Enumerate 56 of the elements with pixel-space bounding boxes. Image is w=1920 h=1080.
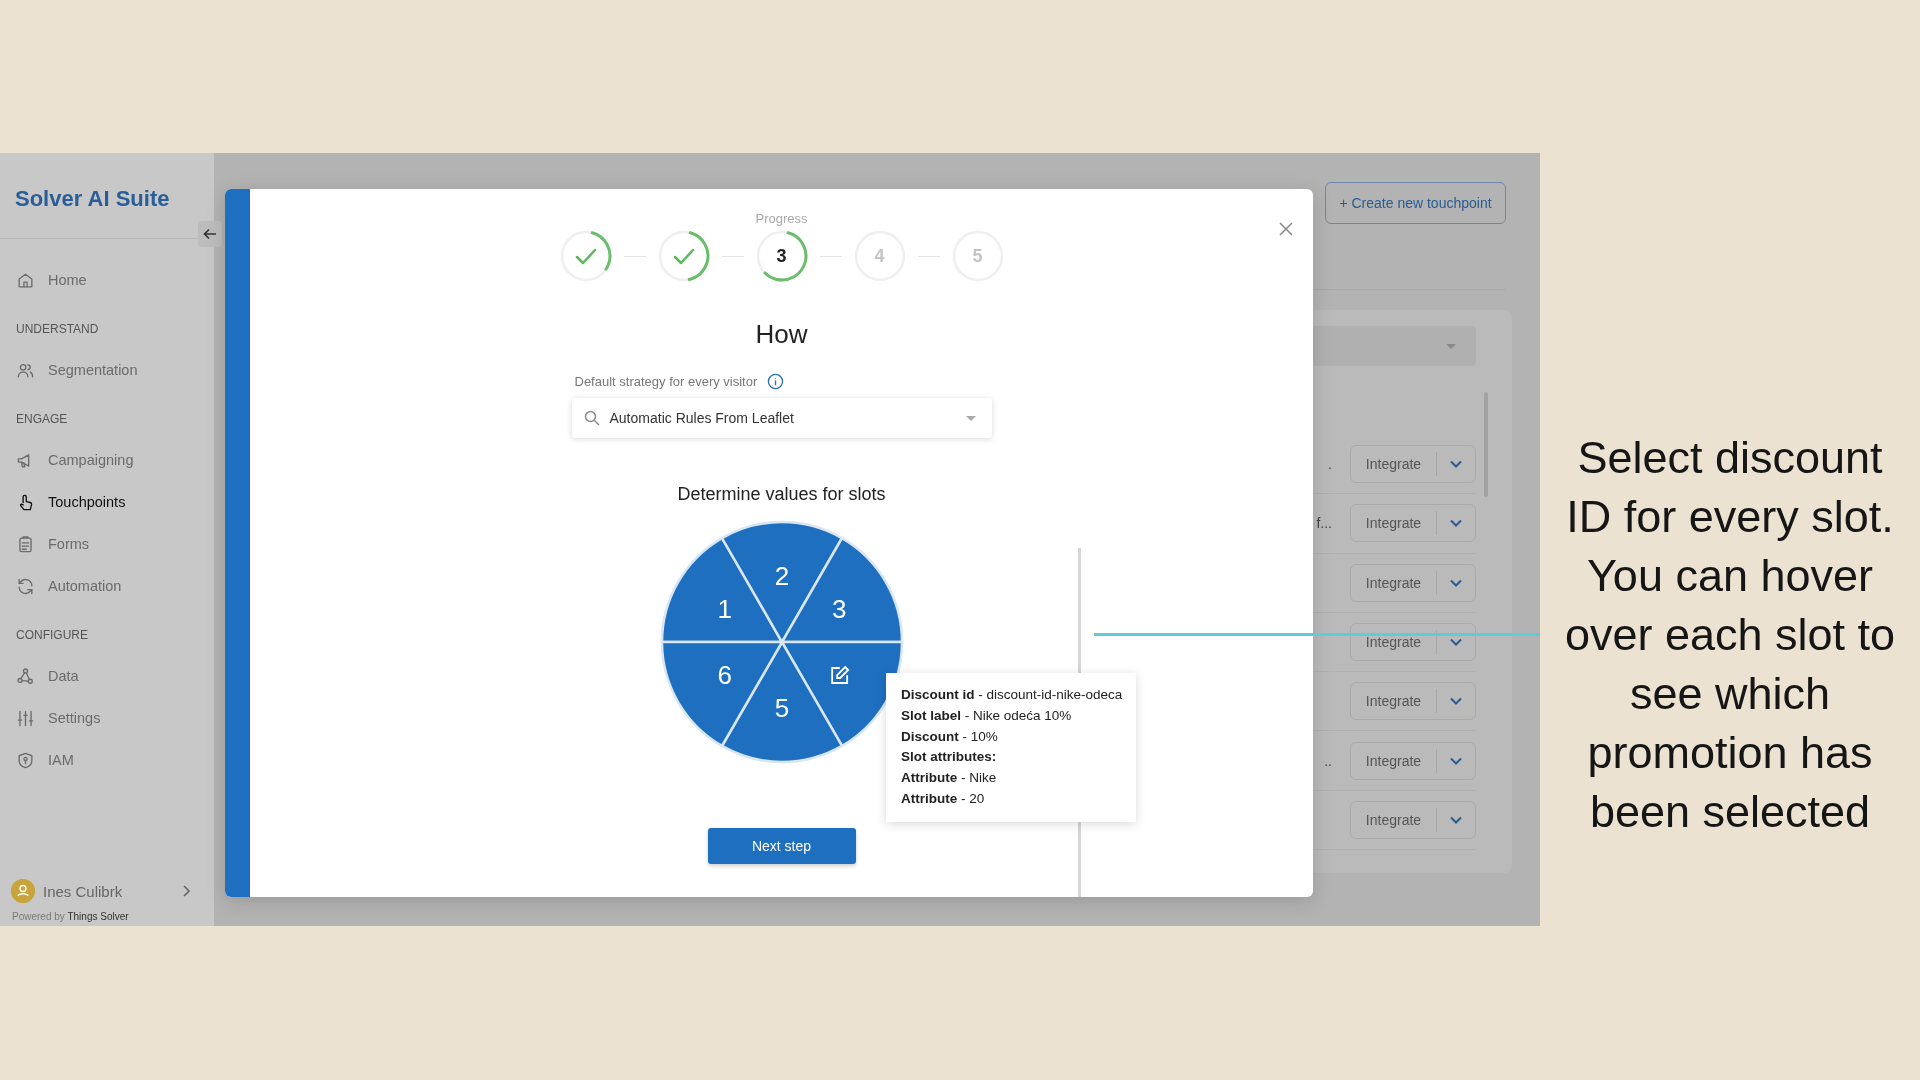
tooltip-line: Slot label - Nike odeća 10% — [901, 706, 1073, 725]
shield-icon — [16, 750, 35, 770]
home-icon — [16, 270, 35, 290]
info-icon[interactable] — [767, 373, 785, 390]
clipboard-icon — [16, 534, 35, 554]
collapse-button[interactable] — [198, 221, 222, 247]
caption-text: Select discount ID for every slot. You can hover over each slot to see which promotion has been selected — [1563, 431, 1897, 839]
integrate-button[interactable]: Integrate — [1351, 452, 1437, 477]
caret-icon — [1446, 343, 1456, 349]
tooltip-line: Attribute - Nike — [901, 769, 998, 788]
row-name: . — [1328, 456, 1332, 473]
search-icon — [583, 410, 600, 426]
nav-item[interactable]: Forms — [16, 523, 90, 565]
tooltip-line: Discount - 10% — [901, 727, 999, 746]
nav-item[interactable]: Automation — [16, 565, 122, 607]
nav-item[interactable]: Data — [16, 655, 79, 697]
row-name: f... — [1316, 515, 1332, 532]
close-icon[interactable] — [1278, 221, 1294, 237]
row-name: .. — [1324, 752, 1332, 769]
tooltip-line: Discount id- discount-id-nike-odeca — [901, 686, 1124, 704]
refresh-icon — [16, 576, 35, 596]
next-step-button[interactable]: Next step — [707, 828, 856, 864]
integrate-button[interactable]: Integrate — [1351, 689, 1437, 714]
section-header: UNDERSTAND — [16, 321, 100, 338]
arrow-left-icon — [203, 227, 217, 241]
nav-item[interactable]: Settings — [16, 697, 101, 739]
tooltip-line: Attribute - 20 — [901, 790, 986, 808]
field-label: Default strategy for every visitor — [574, 374, 758, 389]
progress-step: 5 — [951, 230, 1004, 282]
step-title: How — [755, 319, 808, 350]
edit-icon — [830, 665, 849, 684]
progress-step: 3 — [755, 230, 808, 282]
section-header: ENGAGE — [16, 411, 69, 428]
section-header: CONFIGURE — [16, 627, 89, 644]
user-name[interactable]: Ines Culibrk — [43, 882, 123, 900]
nav-item[interactable]: Segmentation — [16, 349, 138, 391]
nav-item[interactable]: Campaigning — [16, 439, 134, 481]
progress-label: Progress — [755, 211, 808, 226]
integrate-button[interactable]: Integrate — [1351, 748, 1437, 773]
company-link[interactable]: Things Solver — [67, 911, 129, 922]
avatar-icon — [11, 879, 35, 903]
nodes-icon — [16, 666, 35, 686]
integrate-button[interactable]: Integrate — [1351, 511, 1437, 536]
sliders-icon — [16, 708, 35, 728]
integrate-button[interactable]: Integrate — [1351, 807, 1437, 832]
powered-by-text: Powered by Things Solver — [12, 911, 130, 922]
nav-item[interactable]: Home — [16, 259, 87, 301]
create-touchpoint-button[interactable]: + Create new touchpoint — [1325, 182, 1506, 224]
progress-step: 4 — [853, 230, 906, 282]
tooltip-line: Slot attributes: — [901, 748, 998, 767]
section-heading: Determine values for slots — [677, 484, 886, 505]
integrate-button[interactable]: Integrate — [1351, 570, 1437, 595]
nav-item[interactable]: IAM — [16, 739, 74, 781]
nav-item[interactable]: Touchpoints — [16, 481, 126, 523]
strategy-select[interactable]: Automatic Rules From Leaflet — [571, 398, 992, 438]
caret-icon — [965, 415, 976, 421]
